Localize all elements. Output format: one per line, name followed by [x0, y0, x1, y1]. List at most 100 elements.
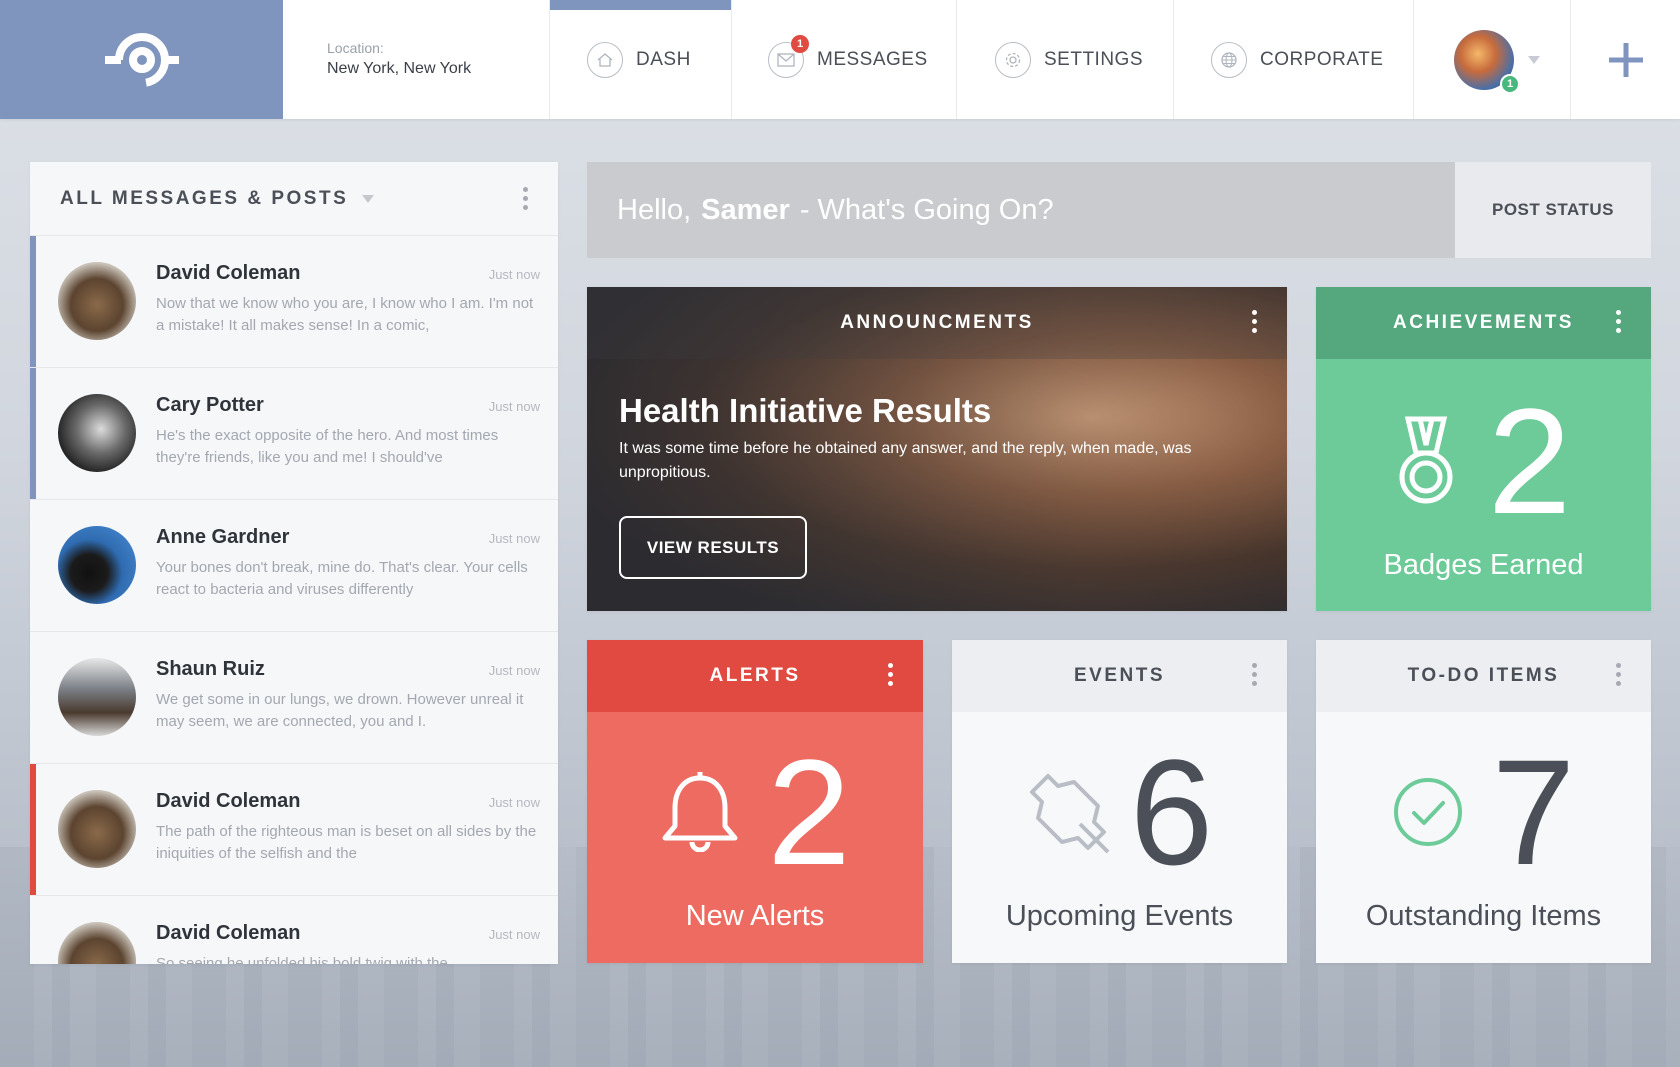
logo-icon: [104, 32, 179, 87]
nav-messages[interactable]: 1 MESSAGES: [732, 0, 957, 119]
achievements-card[interactable]: ACHIEVEMENTS 2 Badges Earned: [1316, 287, 1651, 611]
message-preview: We get some in our lungs, we drown. Howe…: [156, 691, 524, 730]
message-item[interactable]: David Coleman Just now So seeing he unfo…: [30, 896, 558, 964]
badges-count: 2: [1487, 377, 1572, 545]
avatar: [58, 262, 136, 340]
message-time: Just now: [488, 399, 540, 414]
avatar: [58, 790, 136, 868]
nav-messages-label: MESSAGES: [817, 48, 928, 70]
events-title: EVENTS: [1073, 665, 1166, 686]
pushpin-icon: [1029, 774, 1110, 854]
status-input[interactable]: Hello, Samer - What's Going On?: [587, 162, 1455, 258]
message-sender: Shaun Ruiz: [156, 658, 265, 680]
messages-count-badge: 1: [791, 34, 809, 53]
alerts-card[interactable]: ALERTS 2 New Alerts: [587, 640, 923, 963]
message-preview: Your bones don't break, mine do. That's …: [156, 559, 528, 598]
badges-label: Badges Earned: [1383, 549, 1584, 581]
events-header: EVENTS: [952, 640, 1287, 712]
nav-corporate[interactable]: CORPORATE: [1174, 0, 1414, 119]
message-item[interactable]: Anne Gardner Just now Your bones don't b…: [30, 500, 558, 632]
announcement-description: It was some time before he obtained any …: [619, 440, 1192, 481]
more-options-icon[interactable]: [523, 187, 528, 210]
todo-header: TO-DO ITEMS: [1316, 640, 1651, 712]
nav-corporate-label: CORPORATE: [1260, 48, 1384, 70]
message-time: Just now: [488, 927, 540, 942]
message-time: Just now: [488, 531, 540, 546]
avatar: [58, 394, 136, 472]
post-status-bar: Hello, Samer - What's Going On? POST STA…: [587, 162, 1651, 258]
todo-label: Outstanding Items: [1365, 900, 1602, 932]
achievements-header: ACHIEVEMENTS: [1316, 287, 1651, 359]
profile-menu[interactable]: 1: [1414, 0, 1571, 119]
gear-icon: [995, 41, 1031, 78]
message-sender: Anne Gardner: [156, 526, 290, 548]
message-preview: The path of the righteous man is beset o…: [156, 823, 537, 862]
greeting-suffix: - What's Going On?: [799, 193, 1054, 226]
alerts-title: ALERTS: [709, 665, 801, 686]
message-sender: David Coleman: [156, 262, 301, 284]
messages-panel-title[interactable]: ALL MESSAGES & POSTS: [60, 188, 348, 210]
alerts-label: New Alerts: [685, 900, 825, 932]
message-preview: Now that we know who you are, I know who…: [156, 295, 534, 334]
post-status-button[interactable]: POST STATUS: [1455, 162, 1651, 258]
chevron-down-icon[interactable]: [362, 194, 375, 203]
message-item[interactable]: David Coleman Just now The path of the r…: [30, 764, 558, 896]
alerts-header: ALERTS: [587, 640, 923, 712]
user-avatar[interactable]: 1: [1454, 29, 1520, 94]
message-item[interactable]: Shaun Ruiz Just now We get some in our l…: [30, 632, 558, 764]
achievements-title: ACHIEVEMENTS: [1393, 312, 1574, 333]
announcements-title: ANNOUNCMENTS: [840, 312, 1034, 333]
todo-title: TO-DO ITEMS: [1407, 665, 1560, 686]
add-button[interactable]: [1571, 0, 1680, 119]
medal-icon: [1399, 416, 1453, 504]
announcements-card: ANNOUNCMENTS Health Initiative Results I…: [587, 287, 1287, 611]
avatar: [58, 526, 136, 604]
avatar: [58, 922, 136, 964]
nav-dash[interactable]: DASH: [550, 0, 732, 119]
message-item[interactable]: David Coleman Just now Now that we know …: [30, 236, 558, 368]
todo-card[interactable]: TO-DO ITEMS 7 Outstanding Items: [1316, 640, 1651, 963]
events-label: Upcoming Events: [1005, 900, 1234, 932]
messages-panel-header: ALL MESSAGES & POSTS: [30, 162, 558, 236]
greeting-user-name: Samer: [701, 193, 790, 226]
location-value: New York, New York: [327, 60, 472, 77]
top-navigation-bar: Location: New York, New York DASH 1 MESS…: [0, 0, 1680, 119]
message-time: Just now: [488, 663, 540, 678]
announcements-header: ANNOUNCMENTS: [587, 287, 1287, 359]
message-preview: So seeing he unfolded his bold twig with…: [156, 955, 448, 964]
chevron-down-icon[interactable]: [1528, 55, 1540, 64]
events-card[interactable]: EVENTS 6 Upcoming Events: [952, 640, 1287, 963]
more-options-icon[interactable]: [1252, 310, 1257, 333]
nav-settings-label: SETTINGS: [1044, 48, 1144, 70]
plus-icon: [1608, 42, 1643, 77]
more-options-icon[interactable]: [1616, 663, 1621, 686]
location-display: Location: New York, New York: [283, 0, 550, 119]
globe-icon: [1211, 41, 1247, 78]
check-circle-icon: [1393, 778, 1462, 846]
message-sender: David Coleman: [156, 922, 301, 944]
nav-settings[interactable]: SETTINGS: [957, 0, 1174, 119]
message-item[interactable]: Cary Potter Just now He's the exact oppo…: [30, 368, 558, 500]
home-icon: [587, 41, 623, 78]
view-results-button[interactable]: VIEW RESULTS: [619, 516, 807, 579]
announcement-headline: Health Initiative Results: [619, 392, 992, 429]
more-options-icon[interactable]: [888, 663, 893, 686]
message-time: Just now: [488, 795, 540, 810]
location-label: Location:: [327, 40, 384, 56]
app-logo[interactable]: [0, 0, 283, 119]
avatar: [58, 658, 136, 736]
message-sender: David Coleman: [156, 790, 301, 812]
more-options-icon[interactable]: [1616, 310, 1621, 333]
more-options-icon[interactable]: [1252, 663, 1257, 686]
alerts-count: 2: [767, 728, 851, 896]
message-time: Just now: [488, 267, 540, 282]
nav-dash-label: DASH: [636, 48, 691, 70]
events-count: 6: [1129, 728, 1214, 896]
bell-icon: [662, 772, 738, 852]
greeting-prefix: Hello,: [617, 193, 692, 226]
notification-badge: 1: [1500, 73, 1520, 94]
envelope-icon: 1: [768, 34, 809, 78]
todo-count: 7: [1491, 728, 1576, 896]
message-preview: He's the exact opposite of the hero. And…: [156, 427, 499, 466]
messages-panel: ALL MESSAGES & POSTS David Coleman Just …: [30, 162, 558, 964]
